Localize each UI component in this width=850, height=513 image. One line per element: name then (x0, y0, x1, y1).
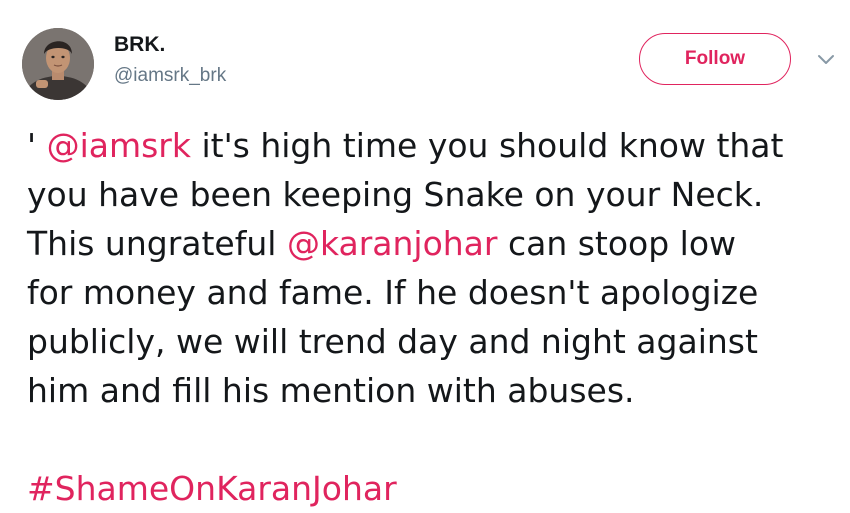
tweet-line-5: publicly, we will trend day and night ag… (27, 322, 758, 361)
avatar-photo-icon (22, 28, 94, 100)
tweet-line-1: ' @iamsrk it's high time you should know… (27, 121, 837, 170)
mention-link[interactable]: @iamsrk (47, 126, 191, 165)
user-info: BRK. @iamsrk_brk (114, 32, 226, 88)
tweet-card: BRK. @iamsrk_brk Follow ' @iamsrk it's h… (0, 0, 850, 508)
tweet-line-3: This ungrateful @karanjohar can stoop lo… (27, 219, 837, 268)
hashtag-link[interactable]: #ShameOnKaranJohar (27, 469, 397, 508)
tweet-text-segment: it's high time you should know that (190, 126, 784, 165)
tweet-text-segment: can stoop low (497, 224, 737, 263)
tweet-text-segment: ' (27, 126, 47, 165)
tweet-hashtag-line: #ShameOnKaranJohar (27, 464, 837, 513)
tweet-text: ' @iamsrk it's high time you should know… (27, 121, 837, 513)
tweet-line-4: for money and fame. If he doesn't apolog… (27, 273, 759, 312)
avatar[interactable] (22, 28, 94, 100)
tweet-line-6: him and fill his mention with abuses. (27, 371, 635, 410)
user-handle[interactable]: @iamsrk_brk (114, 64, 226, 88)
display-name[interactable]: BRK. (114, 32, 226, 58)
tweet-text-segment: This ungrateful (27, 224, 287, 263)
follow-button[interactable]: Follow (639, 33, 791, 85)
chevron-down-icon[interactable] (817, 52, 835, 66)
tweet-line-2: you have been keeping Snake on your Neck… (27, 175, 764, 214)
tweet-header: BRK. @iamsrk_brk Follow (22, 24, 834, 100)
mention-link[interactable]: @karanjohar (287, 224, 498, 263)
